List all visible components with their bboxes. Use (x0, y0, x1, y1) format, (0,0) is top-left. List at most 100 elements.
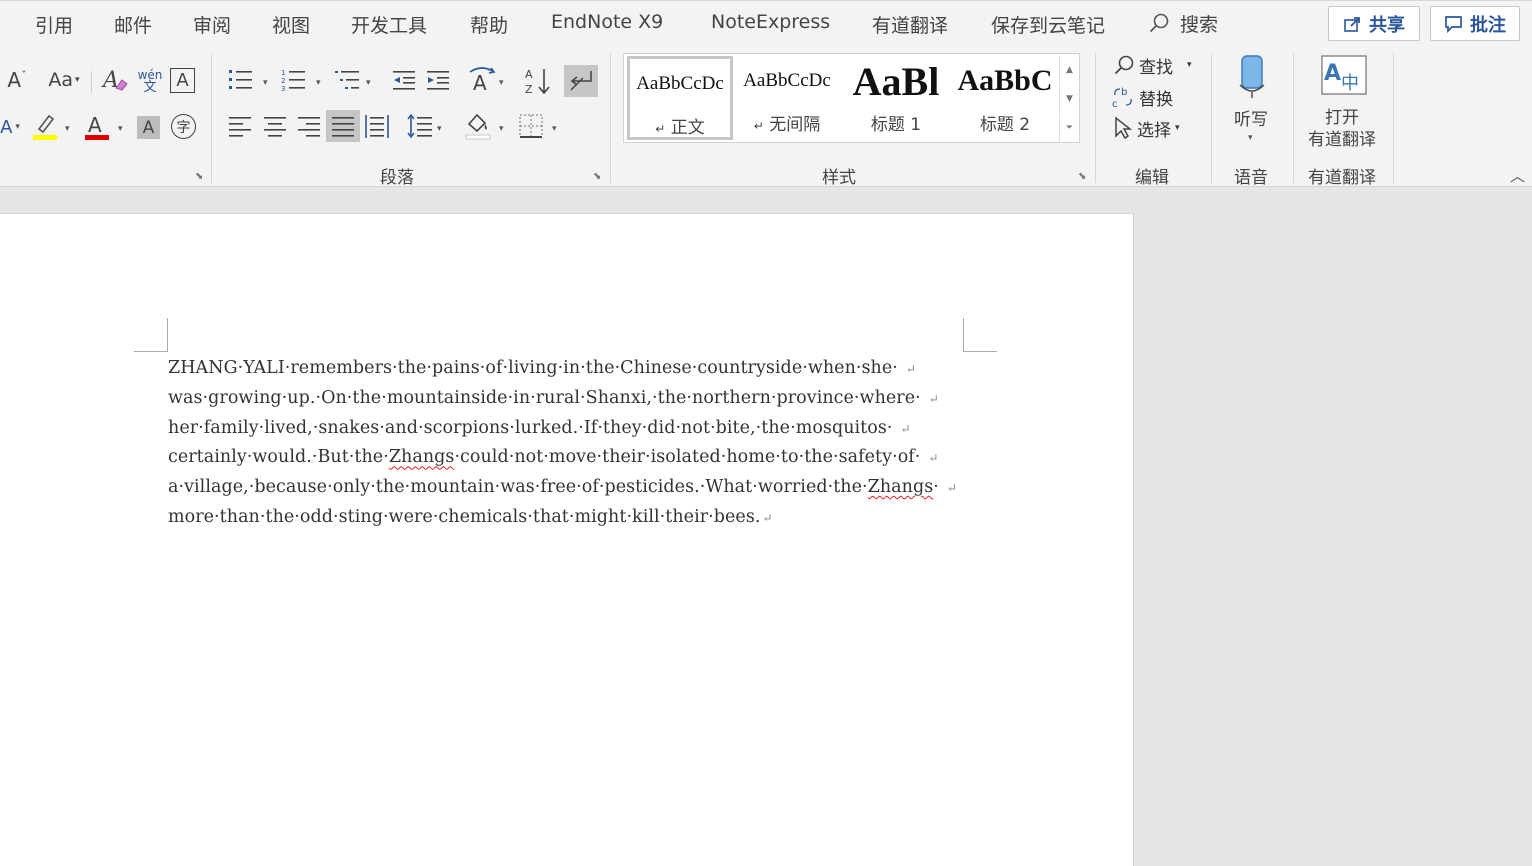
gallery-scroll-up[interactable]: ▲ (1059, 56, 1079, 84)
highlight-button[interactable] (30, 111, 60, 141)
multilevel-dropdown-caret[interactable]: ▾ (366, 78, 371, 88)
borders-button[interactable] (516, 111, 546, 141)
decrease-indent-icon (393, 71, 415, 90)
translate-icon: A 中 (1321, 55, 1367, 95)
search-icon (1114, 55, 1134, 75)
font-dialog-launcher[interactable]: ⬊ (195, 171, 203, 182)
distributed-button[interactable] (363, 111, 391, 141)
align-right-button[interactable] (295, 111, 323, 141)
tab-noteexpress[interactable]: NoteExpress (711, 11, 830, 33)
replace-button[interactable]: b c 替换 (1111, 84, 1173, 110)
line-spacing-caret[interactable]: ▾ (437, 124, 442, 134)
text-run: certainly·would.·But·the· (168, 447, 389, 468)
styles-gallery: AaBbCcDc ↵ 正文 AaBbCcDc ↵ 无间隔 AaBl 标题 1 A… (623, 53, 1080, 143)
paragraph-dialog-launcher[interactable]: ⬊ (593, 171, 601, 182)
tab-review[interactable]: 审阅 (193, 11, 231, 38)
margin-corner-top-right (963, 318, 997, 352)
cursor-arrow-icon (1115, 116, 1133, 140)
text-direction-caret[interactable]: ▾ (499, 78, 504, 88)
increase-indent-button[interactable] (424, 65, 452, 95)
svg-text:1: 1 (281, 69, 285, 77)
dictate-button[interactable]: 听写 ▾ (1226, 53, 1278, 153)
svg-text:A: A (101, 68, 119, 93)
highlighter-icon (33, 114, 57, 140)
tell-me-search[interactable]: 搜索 (1148, 9, 1218, 37)
svg-text:b: b (1121, 87, 1127, 98)
tab-developer[interactable]: 开发工具 (351, 11, 427, 38)
character-shading-button[interactable]: A (137, 116, 160, 139)
sort-button[interactable]: A Z (523, 65, 553, 97)
paragraph-group-label: 段落 (380, 168, 414, 188)
style-mark: ↵ (655, 122, 666, 136)
shading-button[interactable] (463, 109, 493, 141)
find-button[interactable]: 查找 ▾ (1113, 52, 1192, 78)
text-line: a·village,·because·only·the·mountain·was… (168, 473, 998, 503)
document-body[interactable]: ZHANG·YALI·remembers·the·pains·of·living… (168, 354, 998, 533)
character-border-button[interactable]: A (170, 68, 195, 93)
gallery-more-button[interactable]: ⏷ (1059, 114, 1079, 142)
youdao-group-label: 有道翻译 (1308, 168, 1376, 188)
show-formatting-marks-button[interactable] (564, 65, 598, 97)
text-run: was·growing·up.·On·the·mountainside·in·r… (168, 387, 921, 408)
align-right-icon (298, 117, 320, 137)
change-case-button[interactable]: Aa ▾ (44, 67, 84, 93)
text-direction-button[interactable]: A (467, 65, 497, 95)
align-left-icon (229, 117, 251, 137)
styles-dialog-launcher[interactable]: ⬊ (1078, 171, 1086, 182)
increase-indent-icon (427, 71, 449, 90)
border-icon (519, 114, 543, 138)
line-spacing-button[interactable] (405, 111, 435, 141)
decrease-indent-button[interactable] (390, 65, 418, 95)
text-run: a·village,·because·only·the·mountain·was… (168, 477, 868, 498)
gallery-scroll-down[interactable]: ▼ (1059, 85, 1079, 113)
tab-save-to-cloud-notes[interactable]: 保存到云笔记 (991, 11, 1105, 38)
style-no-spacing[interactable]: AaBbCcDc ↵ 无间隔 (734, 56, 840, 140)
style-preview: AaBbCcDc (636, 73, 724, 94)
tab-youdao-translate[interactable]: 有道翻译 (872, 11, 948, 38)
numbering-button[interactable]: 1 2 3 (279, 65, 309, 95)
borders-caret[interactable]: ▾ (552, 124, 557, 134)
style-heading-2[interactable]: AaBbC 标题 2 (952, 56, 1058, 140)
comments-button[interactable]: 批注 (1430, 6, 1520, 41)
group-separator (1393, 53, 1394, 183)
search-label: 搜索 (1180, 13, 1219, 36)
text-effects-button[interactable]: A ▾ (0, 113, 20, 141)
style-normal[interactable]: AaBbCcDc ↵ 正文 (627, 56, 733, 140)
document-page[interactable]: ZHANG·YALI·remembers·the·pains·of·living… (0, 213, 1134, 866)
select-button[interactable]: 选择 ▾ (1113, 115, 1180, 141)
text-run: more·than·the·odd·sting·were·chemicals·t… (168, 506, 761, 527)
clear-formatting-button[interactable]: A (100, 65, 130, 95)
font-color-dropdown-caret[interactable]: ▾ (118, 124, 123, 134)
justify-button[interactable] (326, 110, 360, 142)
group-separator (610, 53, 611, 183)
select-label: 选择 (1137, 120, 1171, 141)
phonetic-guide-button[interactable]: wén 文 (135, 65, 165, 97)
shrink-font-button[interactable]: Aˇ (4, 67, 30, 93)
multilevel-list-button[interactable] (333, 65, 363, 95)
share-button[interactable]: 共享 (1328, 6, 1420, 41)
shading-caret[interactable]: ▾ (499, 124, 504, 134)
tab-references[interactable]: 引用 (35, 11, 73, 38)
align-center-button[interactable] (261, 111, 289, 141)
open-youdao-translate-button[interactable]: A 中 打开 有道翻译 (1303, 53, 1387, 153)
align-left-button[interactable] (226, 111, 254, 141)
style-heading-1[interactable]: AaBl 标题 1 (843, 56, 949, 140)
bullets-dropdown-caret[interactable]: ▾ (263, 78, 268, 88)
spelling-error-word[interactable]: Zhangs (389, 447, 455, 467)
text-line: certainly·would.·But·the·Zhangs·could·no… (168, 443, 998, 473)
line-break-mark: ↵ (900, 421, 911, 436)
collapse-ribbon-icon[interactable]: ︿ (1510, 165, 1525, 186)
numbering-dropdown-caret[interactable]: ▾ (316, 78, 321, 88)
font-color-button[interactable]: A (82, 111, 112, 141)
tab-view[interactable]: 视图 (272, 11, 310, 38)
tab-help[interactable]: 帮助 (470, 11, 508, 38)
replace-label: 替换 (1139, 89, 1173, 110)
highlight-dropdown-caret[interactable]: ▾ (65, 124, 70, 134)
enclose-characters-button[interactable]: 字 (171, 114, 196, 139)
svg-text:A: A (1324, 61, 1341, 86)
tab-endnote[interactable]: EndNote X9 (551, 11, 663, 33)
bullets-button[interactable] (226, 65, 256, 95)
tab-mailings[interactable]: 邮件 (114, 11, 152, 38)
spelling-error-word[interactable]: Zhangs (868, 477, 934, 497)
style-name: 标题 1 (870, 115, 922, 135)
